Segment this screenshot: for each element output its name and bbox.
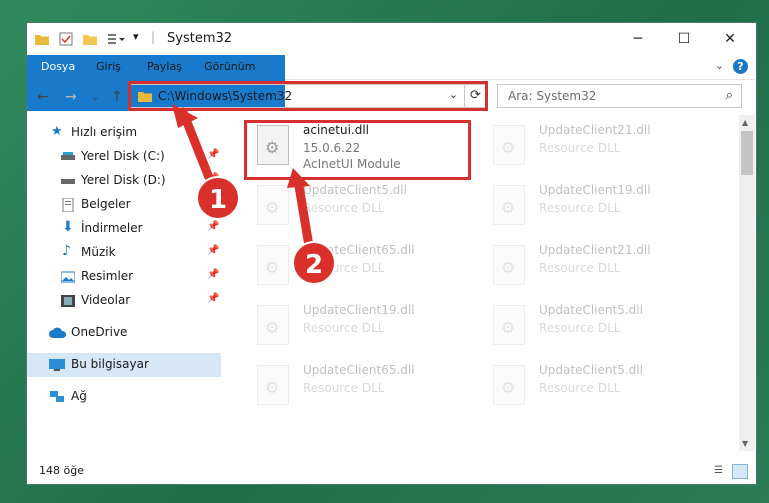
arrow-2-head (287, 168, 310, 188)
annotation-arrows (172, 104, 314, 251)
arrow-2-shaft (293, 175, 314, 251)
step-badge-1: 1 (196, 176, 240, 220)
step-badge-2: 2 (292, 241, 336, 285)
arrow-1-head (172, 104, 198, 128)
